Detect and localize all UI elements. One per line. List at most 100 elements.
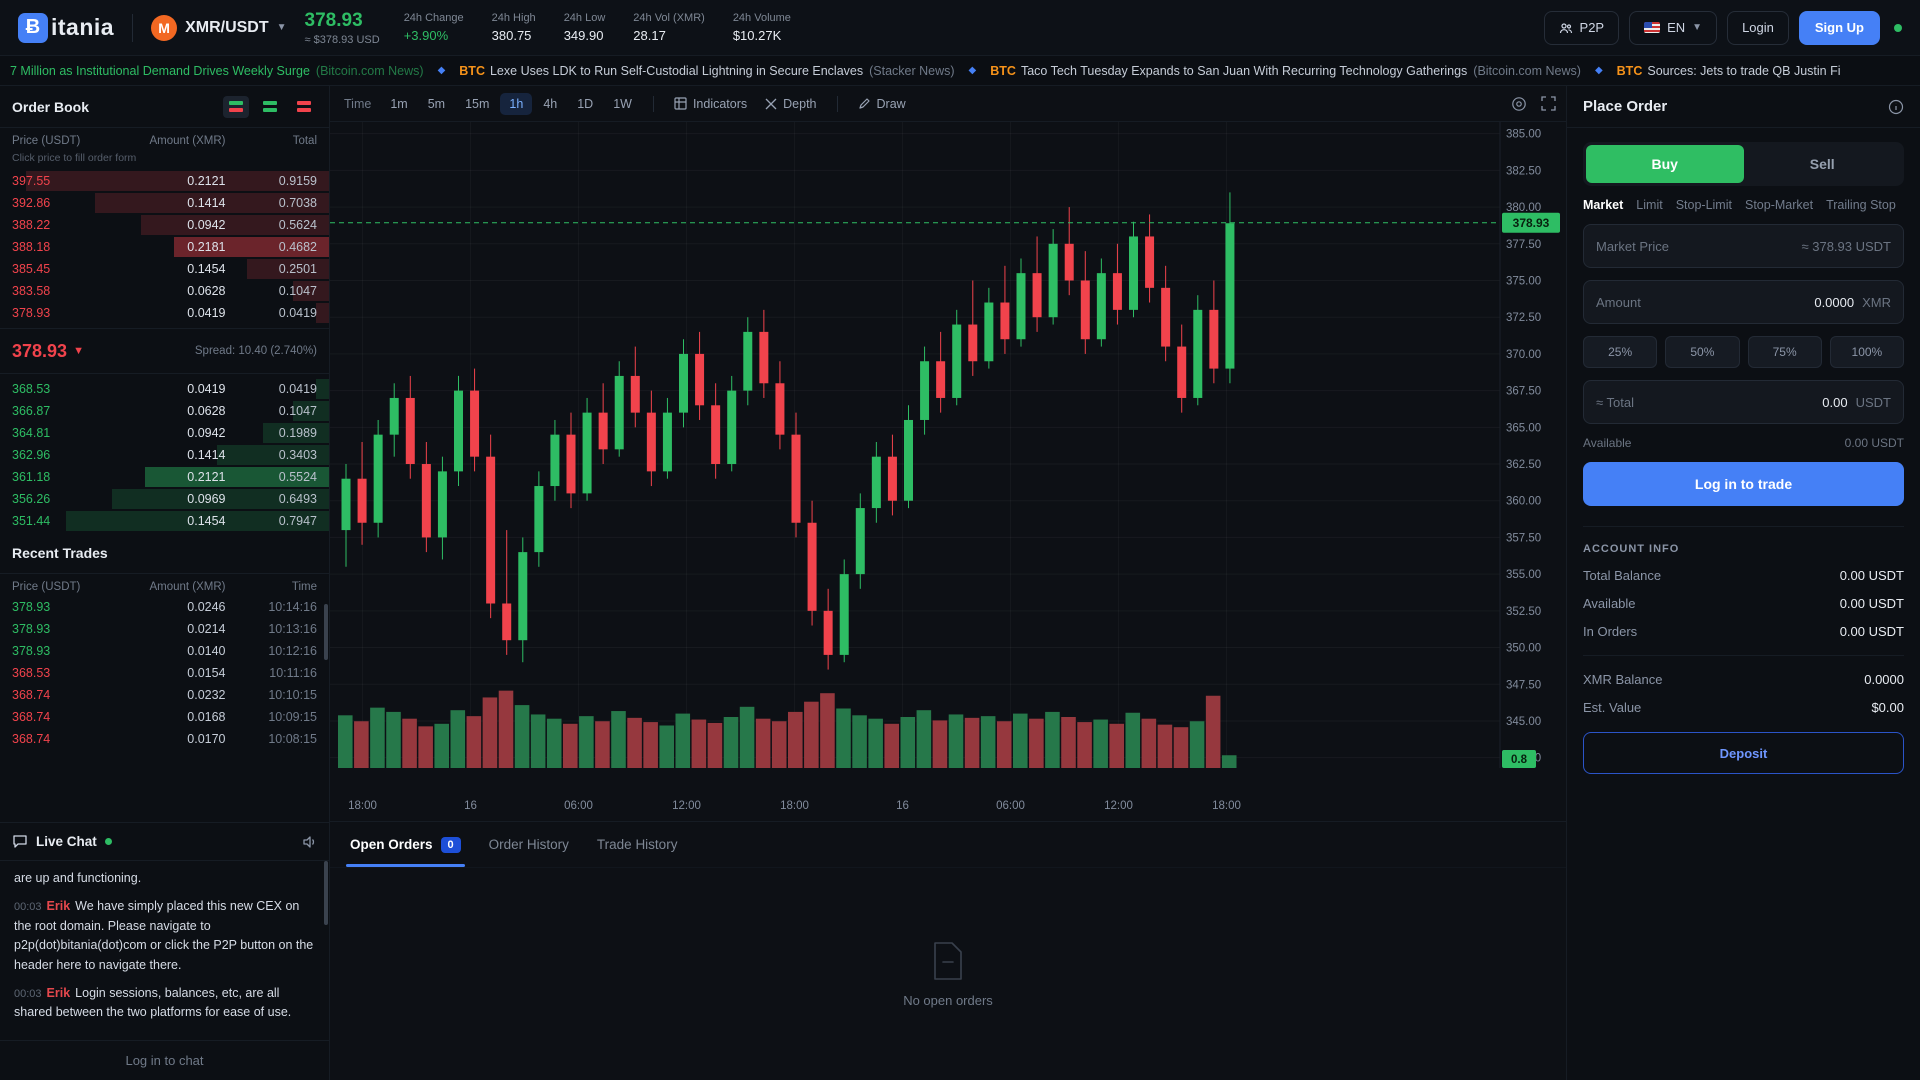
buy-tab[interactable]: Buy bbox=[1586, 145, 1744, 183]
p2p-button[interactable]: P2P bbox=[1544, 11, 1620, 45]
news-headline: Sources: Jets to trade QB Justin Fi bbox=[1647, 64, 1840, 78]
interval-4h[interactable]: 4h bbox=[534, 93, 566, 115]
ask-row[interactable]: 397.550.21210.9159 bbox=[0, 170, 329, 192]
order-type-stop-market[interactable]: Stop-Market bbox=[1745, 198, 1813, 212]
info-icon[interactable] bbox=[1888, 99, 1904, 115]
volume-bar bbox=[515, 705, 530, 768]
login-button[interactable]: Login bbox=[1727, 11, 1789, 45]
bid-row[interactable]: 364.810.09420.1989 bbox=[0, 422, 329, 444]
news-item[interactable]: BTCLexe Uses LDK to Run Self-Custodial L… bbox=[459, 64, 954, 78]
signup-button[interactable]: Sign Up bbox=[1799, 11, 1880, 45]
interval-1D[interactable]: 1D bbox=[568, 93, 602, 115]
candle bbox=[1097, 273, 1106, 339]
amount-cell: 0.0628 bbox=[124, 284, 226, 298]
volume-bar bbox=[933, 720, 948, 768]
interval-15m[interactable]: 15m bbox=[456, 93, 498, 115]
snapshot-icon[interactable] bbox=[1511, 96, 1527, 112]
candle bbox=[599, 413, 608, 450]
order-book-both-view-icon[interactable] bbox=[223, 96, 249, 118]
scrollbar[interactable] bbox=[324, 604, 328, 660]
volume-bar bbox=[354, 721, 369, 768]
order-type-limit[interactable]: Limit bbox=[1636, 198, 1662, 212]
bid-row[interactable]: 351.440.14540.7947 bbox=[0, 510, 329, 532]
news-item[interactable]: 7 Million as Institutional Demand Drives… bbox=[10, 64, 424, 78]
sell-tab[interactable]: Sell bbox=[1744, 145, 1902, 183]
tab-trade-history[interactable]: Trade History bbox=[597, 822, 678, 867]
tab-label: Trade History bbox=[597, 837, 678, 852]
order-type-stop-limit[interactable]: Stop-Limit bbox=[1676, 198, 1732, 212]
candle bbox=[888, 457, 897, 501]
market-stat: 24h Vol (XMR)28.17 bbox=[633, 12, 705, 43]
news-item[interactable]: BTCTaco Tech Tuesday Expands to San Juan… bbox=[990, 64, 1581, 78]
amount-cell: 0.0140 bbox=[124, 644, 226, 658]
price-cell: 356.26 bbox=[12, 492, 124, 506]
amount-cell: 0.0942 bbox=[124, 218, 226, 232]
news-item[interactable]: BTCSources: Jets to trade QB Justin Fi bbox=[1617, 64, 1841, 78]
chat-message-partial: are up and functioning. bbox=[14, 869, 315, 888]
order-book-asks-view-icon[interactable] bbox=[291, 96, 317, 118]
login-to-chat-button[interactable]: Log in to chat bbox=[0, 1040, 329, 1080]
price-cell: 397.55 bbox=[12, 174, 124, 188]
percent-25[interactable]: 25% bbox=[1583, 336, 1657, 368]
login-to-trade-button[interactable]: Log in to trade bbox=[1583, 462, 1904, 506]
pencil-icon bbox=[858, 97, 871, 110]
candle bbox=[1113, 273, 1122, 310]
top-header: Ƀ itania M XMR/USDT ▼ 378.93 ≈ $378.93 U… bbox=[0, 0, 1920, 56]
ask-row[interactable]: 388.180.21810.4682 bbox=[0, 236, 329, 258]
language-selector[interactable]: EN ▼ bbox=[1629, 11, 1717, 45]
bid-row[interactable]: 368.530.04190.0419 bbox=[0, 378, 329, 400]
draw-button[interactable]: Draw bbox=[850, 93, 914, 115]
amount-cell: 0.0154 bbox=[124, 666, 226, 680]
speaker-icon[interactable] bbox=[302, 835, 317, 849]
tab-open-orders[interactable]: Open Orders0 bbox=[350, 822, 461, 867]
bid-row[interactable]: 366.870.06280.1047 bbox=[0, 400, 329, 422]
order-type-tabs: Market Limit Stop-Limit Stop-Market Trailing… bbox=[1583, 198, 1904, 212]
time-cell: 10:13:16 bbox=[226, 622, 318, 636]
scrollbar[interactable] bbox=[324, 861, 328, 925]
depth-button[interactable]: Depth bbox=[757, 93, 824, 115]
total-cell: 0.1047 bbox=[226, 404, 318, 418]
total-field[interactable]: ≈ Total 0.00 USDT bbox=[1583, 380, 1904, 424]
order-type-market[interactable]: Market bbox=[1583, 198, 1623, 212]
chat-timestamp: 00:03 bbox=[14, 901, 42, 913]
fullscreen-icon[interactable] bbox=[1541, 96, 1556, 111]
candlestick-chart[interactable]: 385.00382.50380.00377.50375.00372.50370.… bbox=[330, 122, 1566, 798]
order-type-trailing-stop[interactable]: Trailing Stop bbox=[1826, 198, 1896, 212]
pair-selector[interactable]: M XMR/USDT ▼ bbox=[151, 15, 286, 41]
bid-row[interactable]: 361.180.21210.5524 bbox=[0, 466, 329, 488]
recent-trades-columns: Price (USDT) Amount (XMR) Time bbox=[0, 574, 329, 596]
ask-row[interactable]: 378.930.04190.0419 bbox=[0, 302, 329, 324]
order-book-bids-view-icon[interactable] bbox=[257, 96, 283, 118]
account-row-value: 0.0000 bbox=[1864, 672, 1904, 687]
percent-50[interactable]: 50% bbox=[1665, 336, 1739, 368]
brand-logo[interactable]: Ƀ itania bbox=[18, 13, 114, 43]
bid-row[interactable]: 362.960.14140.3403 bbox=[0, 444, 329, 466]
interval-1W[interactable]: 1W bbox=[604, 93, 641, 115]
tab-order-history[interactable]: Order History bbox=[489, 822, 569, 867]
interval-1m[interactable]: 1m bbox=[381, 93, 416, 115]
x-axis-tick: 18:00 bbox=[348, 800, 377, 812]
bid-row[interactable]: 356.260.09690.6493 bbox=[0, 488, 329, 510]
order-book-last-price-row[interactable]: 378.93 ▼ Spread: 10.40 (2.740%) bbox=[0, 328, 329, 374]
x-axis-tick: 12:00 bbox=[1104, 800, 1133, 812]
volume-bar bbox=[338, 715, 353, 768]
percent-75[interactable]: 75% bbox=[1748, 336, 1822, 368]
percent-100[interactable]: 100% bbox=[1830, 336, 1904, 368]
order-book-last-price: 378.93 bbox=[12, 341, 67, 362]
deposit-button[interactable]: Deposit bbox=[1583, 732, 1904, 774]
market-price-field[interactable]: Market Price ≈ 378.93 USDT bbox=[1583, 224, 1904, 268]
ask-row[interactable]: 385.450.14540.2501 bbox=[0, 258, 329, 280]
depth-bar bbox=[316, 303, 329, 323]
ask-row[interactable]: 392.860.14140.7038 bbox=[0, 192, 329, 214]
amount-cell: 0.0628 bbox=[124, 404, 226, 418]
price-cell: 368.53 bbox=[12, 382, 124, 396]
ask-row[interactable]: 388.220.09420.5624 bbox=[0, 214, 329, 236]
indicators-button[interactable]: Indicators bbox=[666, 93, 755, 115]
interval-1h[interactable]: 1h bbox=[500, 93, 532, 115]
candle bbox=[663, 413, 672, 472]
interval-5m[interactable]: 5m bbox=[419, 93, 454, 115]
ask-row[interactable]: 383.580.06280.1047 bbox=[0, 280, 329, 302]
candle bbox=[1209, 310, 1218, 369]
x-axis-tick: 18:00 bbox=[1212, 800, 1241, 812]
amount-field[interactable]: Amount 0.0000 XMR bbox=[1583, 280, 1904, 324]
